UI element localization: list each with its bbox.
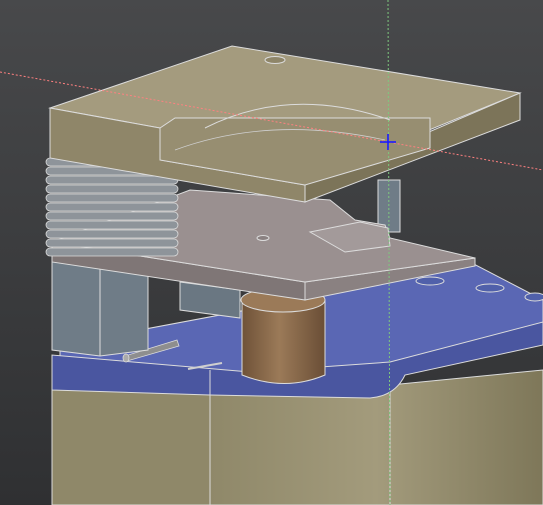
base-hole-1[interactable] bbox=[415, 276, 445, 286]
bottom-base-front-face bbox=[51, 387, 211, 505]
center-cylinder[interactable] bbox=[240, 287, 326, 384]
middle-plate-hole[interactable] bbox=[256, 235, 270, 241]
cad-viewport[interactable] bbox=[0, 0, 543, 505]
base-hole-3[interactable] bbox=[524, 292, 543, 302]
model-scene[interactable] bbox=[0, 0, 543, 505]
base-hole-2[interactable] bbox=[475, 283, 505, 293]
top-plate-hole[interactable] bbox=[264, 56, 286, 64]
